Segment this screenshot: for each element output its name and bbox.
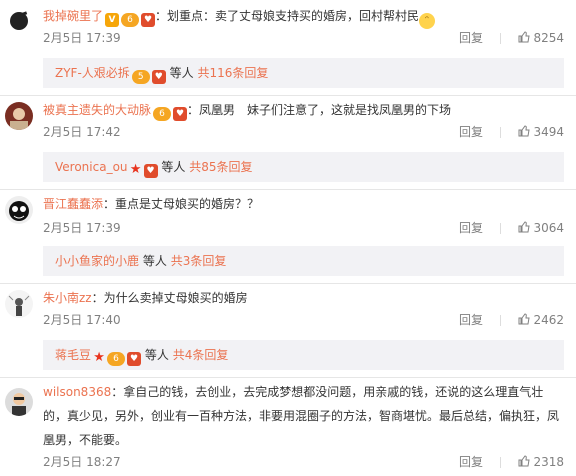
sub-replies[interactable]: Veronica_ou ★ ♥ 等人 共85条回复 [43, 152, 564, 182]
divider [500, 223, 501, 234]
sub-reply-user[interactable]: 蒋毛豆 [55, 348, 91, 362]
comment-time: 2月5日 17:40 [43, 313, 121, 327]
vip-icon: 6 [121, 13, 140, 27]
like-button[interactable]: 2318 [508, 452, 564, 472]
sub-reply-etc: 等人 [144, 348, 169, 362]
sub-replies[interactable]: ZYF-人艰必拆 5 ♥ 等人 共116条回复 [43, 58, 564, 88]
sub-reply-etc: 等人 [142, 254, 167, 268]
comment-text: ：划重点：卖了丈母娘支持买的婚房，回村帮村民 [155, 9, 420, 23]
divider [0, 189, 576, 190]
divider [0, 377, 576, 378]
sub-reply-etc: 等人 [169, 66, 194, 80]
fan-badge-icon: ♥ [173, 107, 188, 121]
comment-meta: 2月5日 17:42 回复 3494 [43, 122, 564, 142]
comment-username[interactable]: 晋江蠢蠢添 [43, 197, 103, 211]
comment-text: ：为什么卖掉丈母娘买的婚房 [91, 291, 248, 305]
vip-icon: 6 [153, 107, 172, 121]
comment-username[interactable]: wilson8368 [43, 385, 111, 399]
reply-button[interactable]: 回复 [459, 28, 483, 48]
cat-face-icon: ᵔ [419, 13, 436, 29]
sub-replies[interactable]: 小小鱼家的小鹿 等人 共3条回复 [43, 246, 564, 276]
star-icon: ★ [93, 350, 105, 365]
like-count: 2462 [533, 313, 564, 327]
comment-meta: 2月5日 17:39 回复 8254 [43, 28, 564, 48]
reply-button[interactable]: 回复 [459, 122, 483, 142]
comment-meta: 2月5日 18:27 回复 2318 [43, 452, 564, 472]
verified-icon: V [105, 13, 120, 27]
like-count: 3064 [533, 221, 564, 235]
sub-reply-count[interactable]: 共116条回复 [197, 66, 268, 80]
comment-text-line: 我掉碗里了 V 6 ♥ ：划重点：卖了丈母娘支持买的婚房，回村帮村民 ᵔ [43, 4, 564, 29]
divider [500, 127, 501, 138]
vip-icon: 5 [131, 70, 150, 84]
fan-badge-icon: ♥ [141, 13, 156, 27]
comment-text: ：重点是丈母娘买的婚房？？ [103, 197, 260, 211]
sub-reply-count[interactable]: 共3条回复 [171, 254, 227, 268]
like-count: 2318 [533, 455, 564, 469]
fan-badge-icon: ♥ [151, 70, 166, 84]
comment-username[interactable]: 我掉碗里了 [43, 9, 103, 23]
sub-reply-user[interactable]: Veronica_ou [55, 160, 128, 174]
star-icon: ★ [129, 162, 142, 177]
avatar[interactable] [5, 102, 33, 130]
comment-text: ：凤凰男 妹子们注意了，这就是找凤凰男的下场 [187, 103, 452, 117]
like-count: 8254 [533, 31, 564, 45]
comment-meta: 2月5日 17:39 回复 3064 [43, 218, 564, 238]
thumbs-up-icon [518, 221, 531, 233]
sub-reply-etc: 等人 [161, 160, 186, 174]
like-count: 3494 [533, 125, 564, 139]
reply-button[interactable]: 回复 [459, 218, 483, 238]
thumbs-up-icon [518, 31, 531, 43]
sub-reply-count[interactable]: 共85条回复 [189, 160, 252, 174]
comment-text: ：拿自己的钱，去创业，去完成梦想都没问题，用亲戚的钱，还说的这么理直气壮的，真少… [43, 385, 560, 447]
comment-text-line: wilson8368：拿自己的钱，去创业，去完成梦想都没问题，用亲戚的钱，还说的… [43, 380, 564, 452]
divider [0, 95, 576, 96]
sub-reply-user[interactable]: 小小鱼家的小鹿 [55, 254, 139, 268]
reply-button[interactable]: 回复 [459, 452, 483, 472]
avatar[interactable] [5, 196, 33, 224]
reply-button[interactable]: 回复 [459, 310, 483, 330]
comment-text-line: 晋江蠢蠢添：重点是丈母娘买的婚房？？ [43, 192, 564, 216]
like-button[interactable]: 3494 [508, 122, 564, 142]
comment-text-line: 被真主遗失的大动脉 6 ♥ ：凤凰男 妹子们注意了，这就是找凤凰男的下场 [43, 98, 564, 122]
divider [500, 457, 501, 468]
thumbs-up-icon [518, 455, 531, 467]
comment-time: 2月5日 17:42 [43, 125, 121, 139]
thumbs-up-icon [518, 313, 531, 325]
vip-icon: 6 [107, 352, 126, 366]
sub-replies[interactable]: 蒋毛豆 ★ 6 ♥ 等人 共4条回复 [43, 340, 564, 370]
comment-time: 2月5日 17:39 [43, 31, 121, 45]
fan-badge-icon: ♥ [127, 352, 142, 366]
avatar[interactable] [5, 388, 33, 416]
thumbs-up-icon [518, 125, 531, 137]
divider [500, 315, 501, 326]
comment-meta: 2月5日 17:40 回复 2462 [43, 310, 564, 330]
comment-username[interactable]: 朱小南zz [43, 291, 92, 305]
like-button[interactable]: 2462 [508, 310, 564, 330]
fan-badge-icon: ♥ [143, 164, 158, 178]
comment-username[interactable]: 被真主遗失的大动脉 [43, 103, 151, 117]
comment-text-line: 朱小南zz：为什么卖掉丈母娘买的婚房 [43, 286, 564, 310]
sub-reply-user[interactable]: ZYF-人艰必拆 [55, 66, 130, 80]
comment-time: 2月5日 17:39 [43, 221, 121, 235]
divider [500, 33, 501, 44]
like-button[interactable]: 8254 [508, 28, 564, 48]
comment-time: 2月5日 18:27 [43, 455, 121, 469]
avatar[interactable] [5, 6, 33, 34]
sub-reply-count[interactable]: 共4条回复 [173, 348, 229, 362]
divider [0, 283, 576, 284]
like-button[interactable]: 3064 [508, 218, 564, 238]
avatar[interactable] [5, 290, 33, 318]
